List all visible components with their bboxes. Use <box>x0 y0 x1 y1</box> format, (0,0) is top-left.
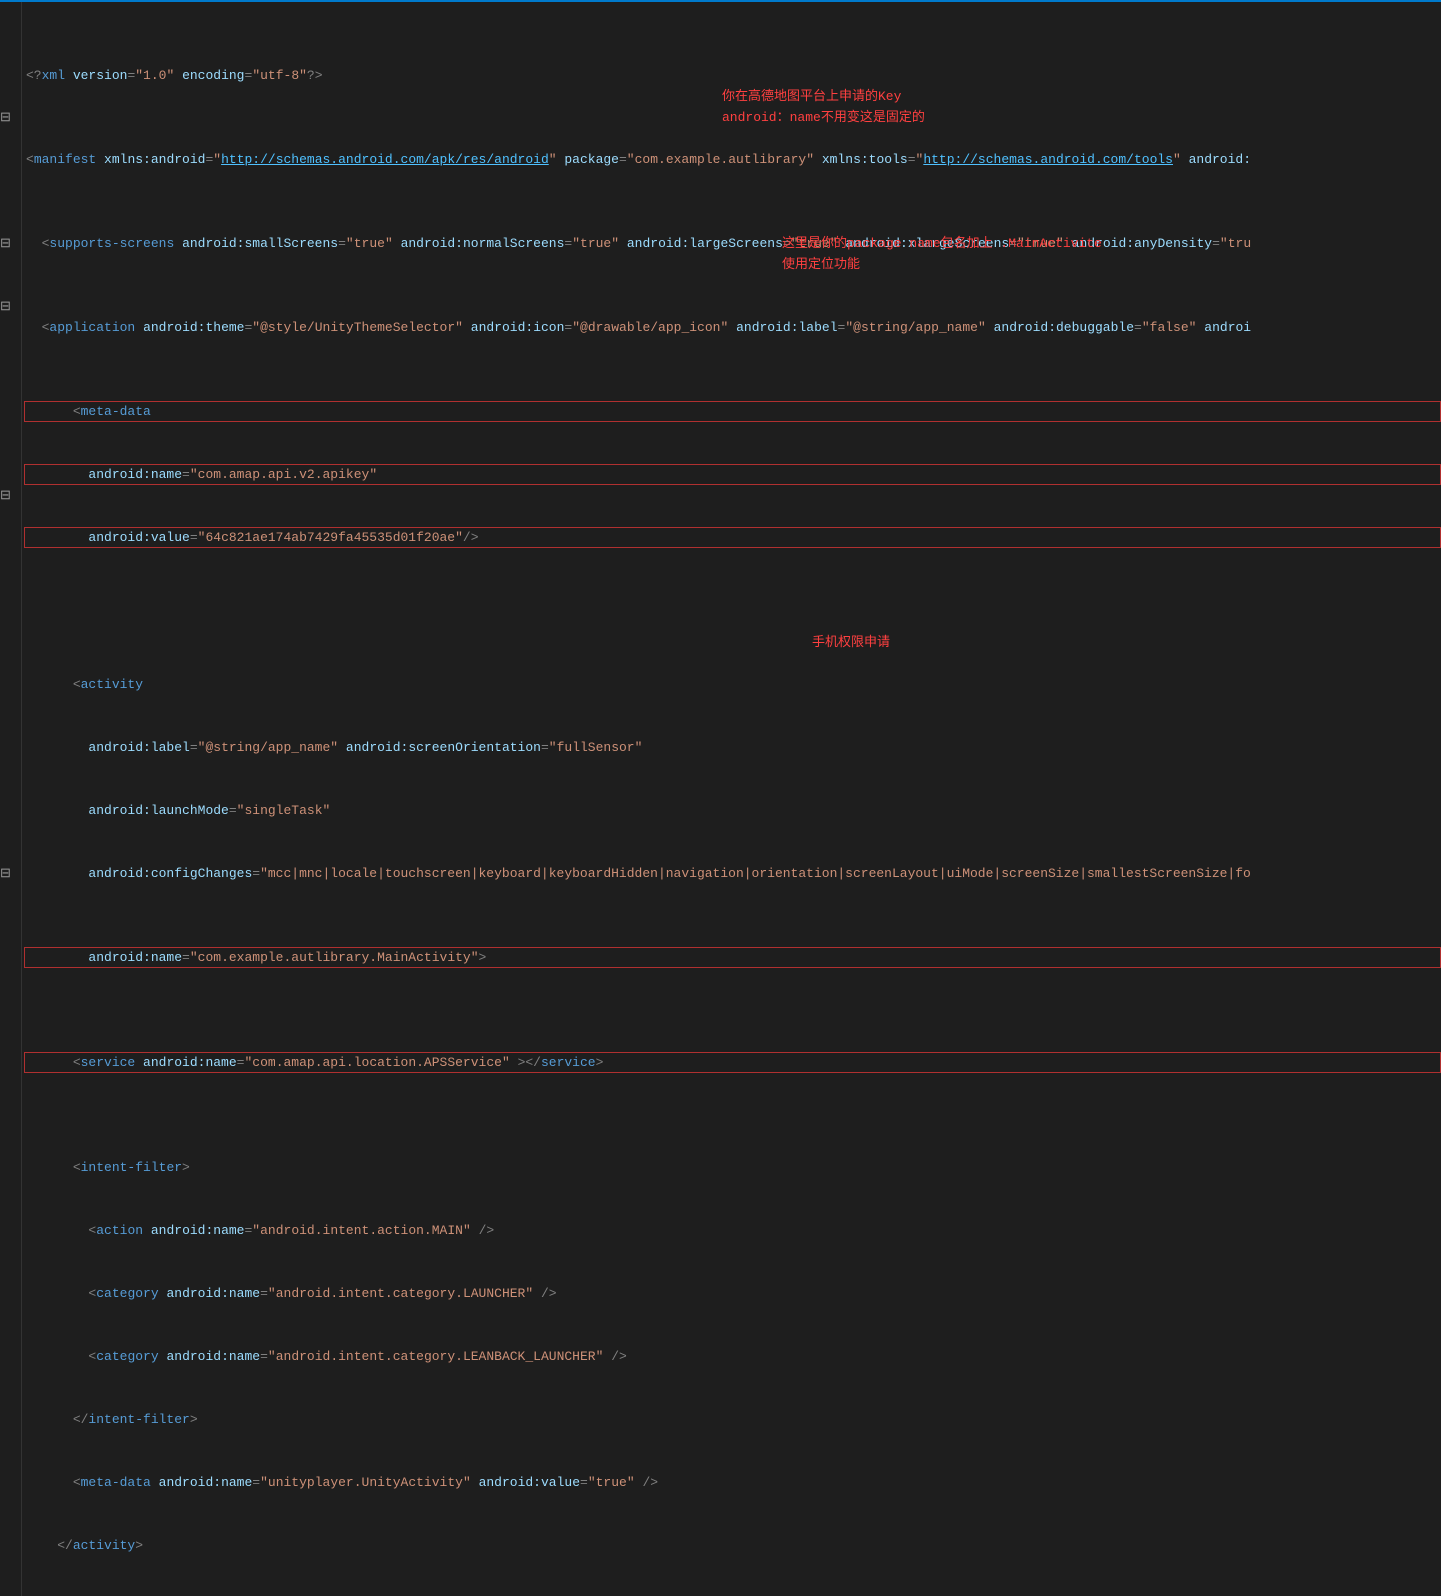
annotated-box-1: <meta-data <box>24 401 1441 422</box>
fold-icon[interactable]: ⊟ <box>0 296 11 317</box>
code-line[interactable]: </intent-filter> <box>24 1409 1441 1430</box>
code-line[interactable]: <intent-filter> <box>24 1157 1441 1178</box>
annotated-box-1: android:value="64c821ae174ab7429fa45535d… <box>24 527 1441 548</box>
fold-gutter: ⊟ ⊟ ⊟ ⊟ ⊟ <box>0 2 22 1596</box>
annotation-text: 你在高德地图平台上申请的Key <box>722 86 901 107</box>
code-line[interactable]: <supports-screens android:smallScreens="… <box>24 233 1441 254</box>
code-line[interactable]: <category android:name="android.intent.c… <box>24 1283 1441 1304</box>
code-line[interactable]: <?xml version="1.0" encoding="utf-8"?> <box>24 65 1441 86</box>
url-link[interactable]: http://schemas.android.com/tools <box>923 152 1173 167</box>
fold-icon[interactable]: ⊟ <box>0 107 11 128</box>
fold-icon[interactable]: ⊟ <box>0 863 11 884</box>
code-line[interactable]: <category android:name="android.intent.c… <box>24 1346 1441 1367</box>
annotation-text: android：name不用变这是固定的 <box>722 107 925 128</box>
annotated-box-2: android:name="com.example.autlibrary.Mai… <box>24 947 1441 968</box>
annotated-box-1: android:name="com.amap.api.v2.apikey" <box>24 464 1441 485</box>
code-line[interactable]: </activity> <box>24 1535 1441 1556</box>
fold-icon[interactable]: ⊟ <box>0 485 11 506</box>
code-line[interactable]: <application android:theme="@style/Unity… <box>24 317 1441 338</box>
url-link[interactable]: http://schemas.android.com/apk/res/andro… <box>221 152 549 167</box>
annotation-text: 使用定位功能 <box>782 254 860 275</box>
code-line[interactable]: <meta-data android:name="unityplayer.Uni… <box>24 1472 1441 1493</box>
code-line[interactable]: android:label="@string/app_name" android… <box>24 737 1441 758</box>
annotation-text: 手机权限申请 <box>812 632 890 653</box>
code-editor[interactable]: ⊟ ⊟ ⊟ ⊟ ⊟ <? <box>0 2 1441 1596</box>
code-line[interactable]: android:configChanges="mcc|mnc|locale|to… <box>24 863 1441 884</box>
code-line[interactable]: android:launchMode="singleTask" <box>24 800 1441 821</box>
annotated-box-3: <service android:name="com.amap.api.loca… <box>24 1052 1441 1073</box>
code-area[interactable]: <?xml version="1.0" encoding="utf-8"?> <… <box>22 2 1441 1596</box>
code-line[interactable]: <action android:name="android.intent.act… <box>24 1220 1441 1241</box>
code-line[interactable]: <manifest xmlns:android="http://schemas.… <box>24 149 1441 170</box>
code-line[interactable]: <activity <box>24 674 1441 695</box>
annotation-text: 这里是你的package name包名加上 .MainActivite <box>782 233 1102 254</box>
fold-icon[interactable]: ⊟ <box>0 233 11 254</box>
